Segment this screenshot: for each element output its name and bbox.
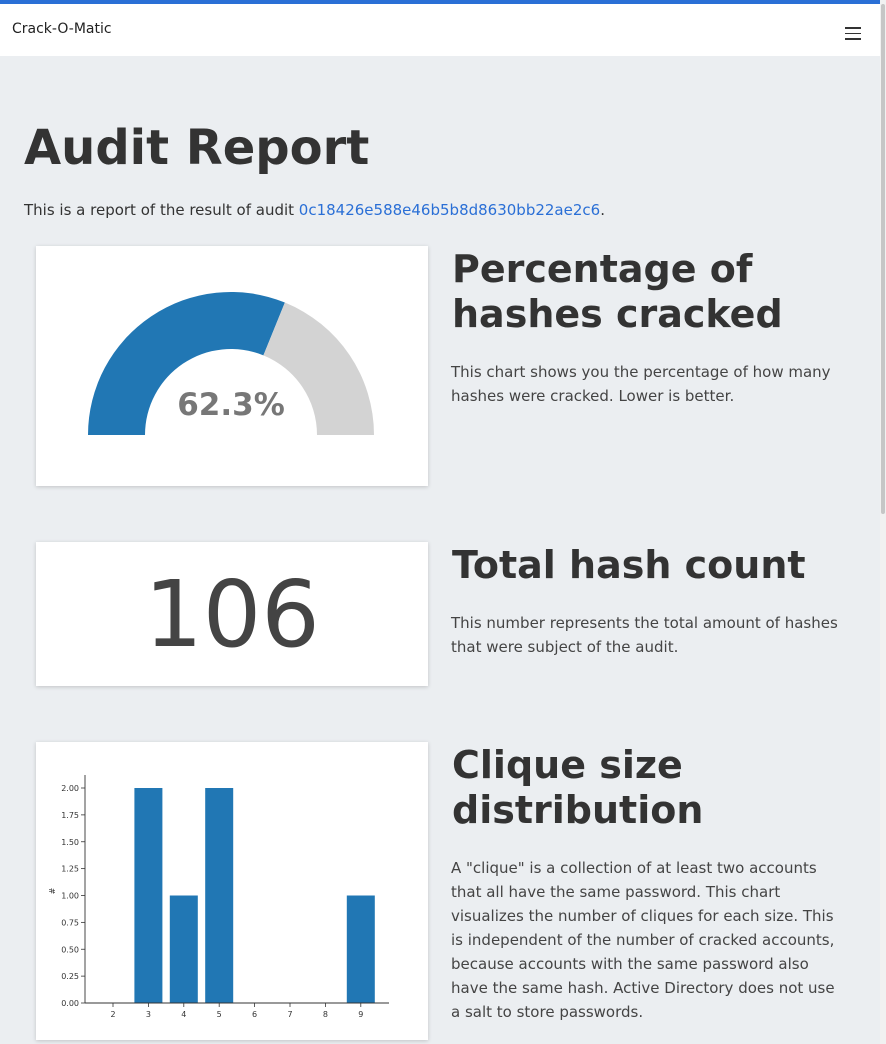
menu-icon[interactable] <box>845 27 861 40</box>
bar-size-5 <box>205 788 234 1003</box>
bar-size-3 <box>134 788 163 1003</box>
y-tick-label: 1.75 <box>61 811 79 820</box>
y-tick-label: 0.00 <box>61 999 79 1008</box>
clique-card: 2 3 4 5 6 7 8 9 0.00 0.25 0.50 0.75 1.00 1.25 1.50 1.75… <box>36 742 428 1040</box>
x-tick-label: 8 <box>323 1010 328 1019</box>
y-tick-label: 2.00 <box>61 784 79 793</box>
gauge-card: 62.3% <box>36 246 428 486</box>
scrollbar[interactable] <box>880 0 886 1044</box>
bar-size-4 <box>169 895 198 1003</box>
x-tick-label: 7 <box>287 1010 292 1019</box>
x-tick-label: 5 <box>217 1010 222 1019</box>
cracked-section-description: This chart shows you the percentage of h… <box>451 363 831 405</box>
y-axis-label: # <box>48 887 57 894</box>
x-tick-label: 4 <box>181 1010 186 1019</box>
cracked-section-title: Percentage of hashes cracked <box>452 247 783 336</box>
x-tick-label: 6 <box>252 1010 257 1019</box>
intro-prefix: This is a report of the result of audit <box>24 201 299 219</box>
y-tick-label: 0.75 <box>61 918 79 927</box>
brand-name[interactable]: Crack-O-Matic <box>12 21 112 37</box>
bar-size-9 <box>346 895 375 1003</box>
total-card: 106 <box>36 542 428 686</box>
y-tick-label: 0.50 <box>61 945 79 954</box>
total-section-description: This number represents the total amount … <box>451 614 838 656</box>
page-title: Audit Report <box>24 120 370 176</box>
scrollbar-thumb[interactable] <box>881 4 885 514</box>
clique-section-title: Clique size distribution <box>452 743 704 832</box>
intro-text: This is a report of the result of audit … <box>24 201 605 219</box>
intro-suffix: . <box>600 201 605 219</box>
x-tick-label: 9 <box>358 1010 363 1019</box>
gauge-percentage-label: 62.3% <box>177 387 285 423</box>
x-tick-label: 2 <box>110 1010 115 1019</box>
y-tick-label: 1.50 <box>61 838 79 847</box>
y-tick-label: 0.25 <box>61 972 79 981</box>
y-tick-label: 1.25 <box>61 865 79 874</box>
clique-section-description: A "clique" is a collection of at least t… <box>451 859 835 1021</box>
gauge-chart: 62.3% <box>88 292 374 435</box>
x-tick-label: 3 <box>146 1010 151 1019</box>
total-hash-count: 106 <box>144 561 320 668</box>
y-tick-label: 1.00 <box>61 892 79 901</box>
total-section-title: Total hash count <box>452 543 806 587</box>
audit-id-link[interactable]: 0c18426e588e46b5b8d8630bb22ae2c6 <box>299 201 600 219</box>
clique-bar-chart: 2 3 4 5 6 7 8 9 0.00 0.25 0.50 0.75 1.00 1.25 1.50 1.75… <box>48 775 389 1019</box>
top-navbar: Crack-O-Matic <box>0 0 880 56</box>
